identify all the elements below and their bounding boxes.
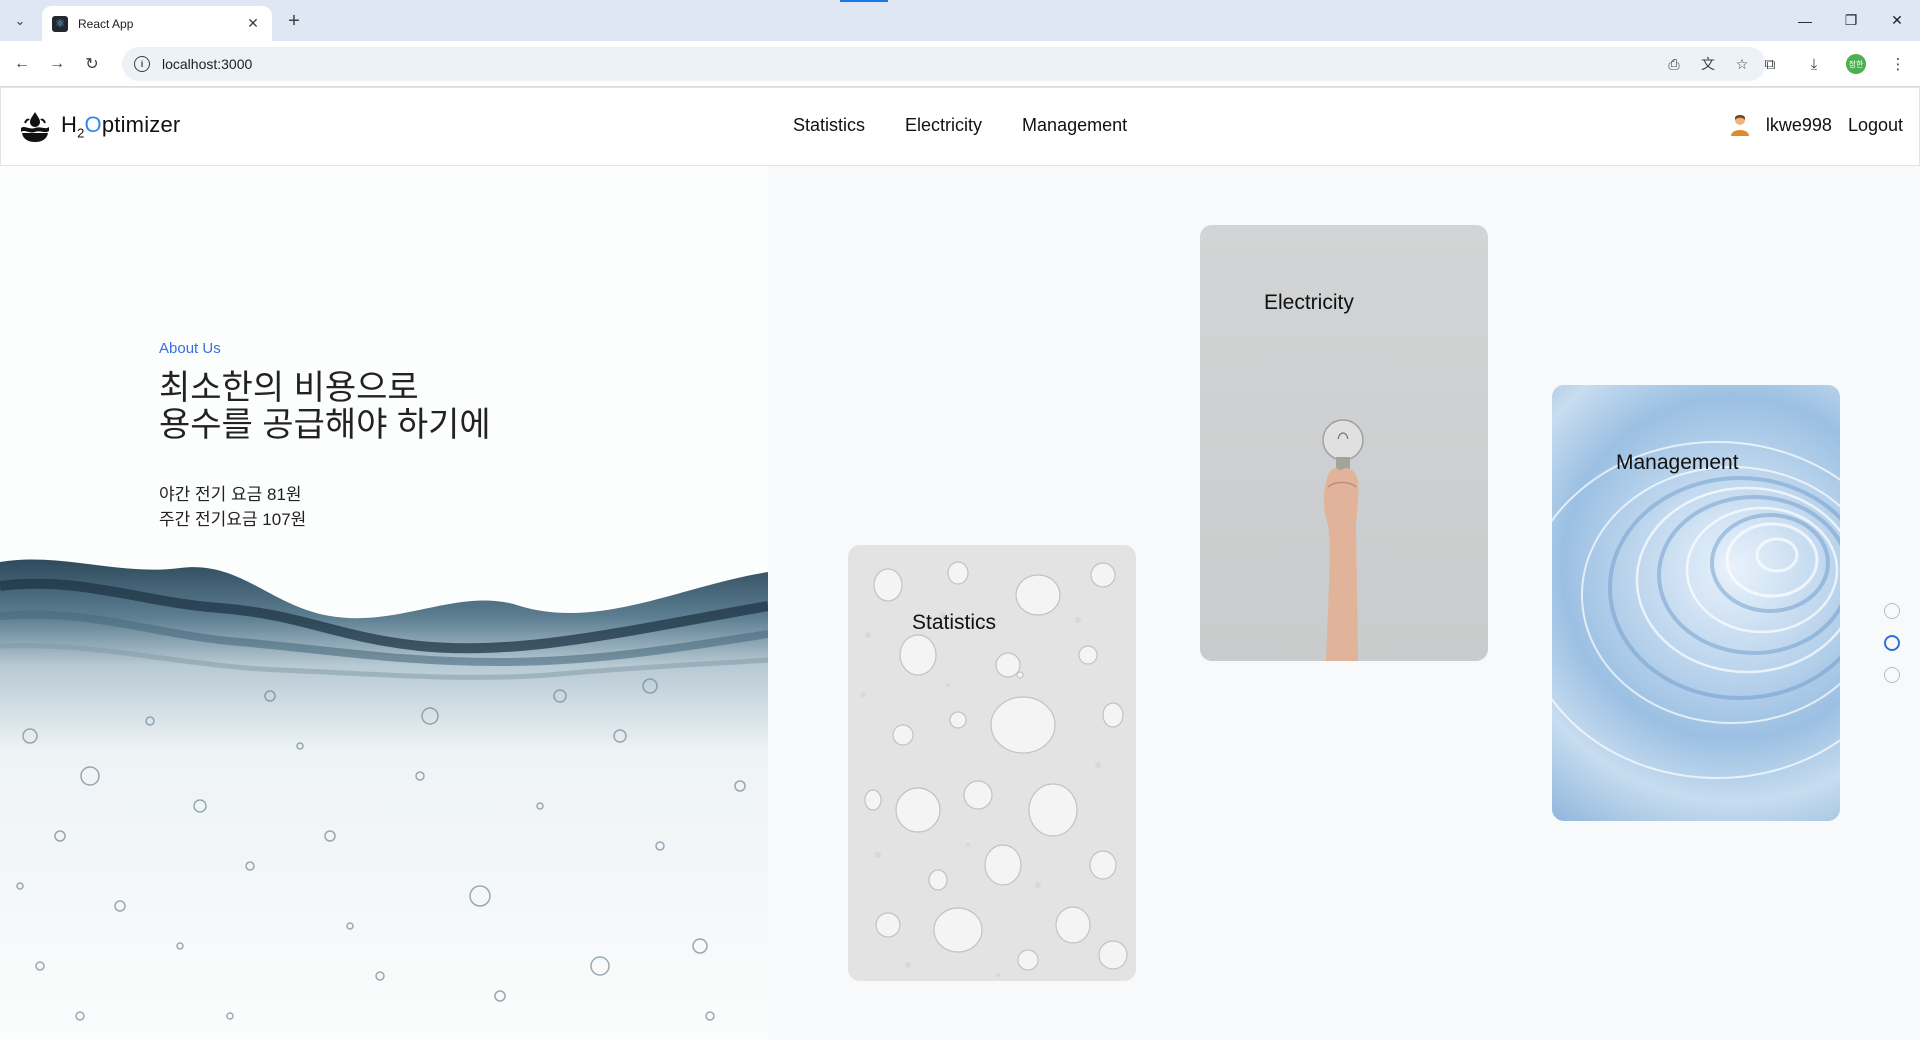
user-area: lkwe998 Logout bbox=[1730, 114, 1903, 136]
site-info-icon[interactable]: i bbox=[134, 56, 150, 72]
management-card-label: Management bbox=[1616, 451, 1739, 474]
pager-dot-2[interactable] bbox=[1884, 635, 1900, 651]
logout-button[interactable]: Logout bbox=[1848, 115, 1903, 136]
nav-management[interactable]: Management bbox=[1022, 115, 1127, 136]
bookmark-star-icon[interactable]: ☆ bbox=[1732, 54, 1752, 74]
hero-section: About Us 최소한의 비용으로 용수를 공급해야 하기에 야간 전기 요금… bbox=[0, 166, 768, 1040]
browser-menu-icon[interactable]: ⋮ bbox=[1886, 52, 1910, 76]
downloads-icon[interactable]: ⤓ bbox=[1802, 52, 1826, 76]
logo-text: H2Optimizer bbox=[61, 111, 181, 141]
user-avatar-icon bbox=[1730, 115, 1749, 136]
electricity-card-label: Electricity bbox=[1264, 291, 1354, 314]
username[interactable]: lkwe998 bbox=[1766, 115, 1832, 136]
close-window-icon[interactable]: ✕ bbox=[1874, 0, 1920, 41]
night-price: 야간 전기 요금 81원 bbox=[159, 485, 302, 504]
install-app-icon[interactable]: ⎙ bbox=[1664, 54, 1684, 74]
react-favicon-icon: ⚛ bbox=[52, 15, 68, 32]
minimize-icon[interactable]: — bbox=[1782, 0, 1828, 41]
water-splash-image bbox=[0, 559, 768, 1040]
url-text[interactable]: localhost:3000 bbox=[162, 56, 1664, 72]
reload-icon[interactable]: ↻ bbox=[80, 52, 104, 76]
back-arrow-icon[interactable]: ← bbox=[10, 52, 34, 76]
electricity-card[interactable]: Electricity bbox=[1200, 225, 1488, 661]
app-header: H2Optimizer Statistics Electricity Manag… bbox=[0, 87, 1920, 166]
forward-arrow-icon[interactable]: → bbox=[45, 52, 69, 76]
statistics-card[interactable]: Statistics bbox=[848, 545, 1136, 981]
restore-icon[interactable]: ❐ bbox=[1828, 0, 1874, 41]
nav-electricity[interactable]: Electricity bbox=[905, 115, 982, 136]
tab-search-icon[interactable]: ⌄ bbox=[8, 9, 32, 33]
pager-dot-1[interactable] bbox=[1884, 603, 1900, 619]
window-controls: — ❐ ✕ bbox=[1782, 0, 1920, 41]
tab-close-icon[interactable]: ✕ bbox=[244, 15, 262, 32]
about-eyebrow: About Us bbox=[159, 340, 221, 357]
management-card[interactable]: Management bbox=[1552, 385, 1840, 821]
slide-pager bbox=[1884, 603, 1900, 683]
new-tab-icon[interactable]: + bbox=[282, 9, 306, 33]
loading-indicator bbox=[840, 0, 888, 2]
translate-icon[interactable]: 文 bbox=[1698, 54, 1718, 74]
browser-toolbar: ← → ↻ i localhost:3000 ⎙ 文 ☆ ⧉ ⤓ 정한 ⋮ bbox=[0, 41, 1920, 87]
browser-tabstrip: ⌄ ⚛ React App ✕ + — ❐ ✕ bbox=[0, 0, 1920, 41]
day-price: 주간 전기요금 107원 bbox=[159, 510, 307, 529]
water-drop-logo-icon bbox=[21, 112, 49, 142]
price-info: 야간 전기 요금 81원 주간 전기요금 107원 bbox=[159, 482, 306, 532]
nav-statistics[interactable]: Statistics bbox=[793, 115, 865, 136]
main-nav: Statistics Electricity Management bbox=[793, 115, 1127, 136]
address-bar[interactable]: i localhost:3000 ⎙ 文 ☆ bbox=[122, 47, 1766, 81]
headline-line-1: 최소한의 비용으로 bbox=[159, 369, 419, 407]
tab-title: React App bbox=[78, 16, 134, 31]
statistics-card-label: Statistics bbox=[912, 611, 997, 634]
pager-dot-3[interactable] bbox=[1884, 667, 1900, 683]
profile-avatar[interactable]: 정한 bbox=[1846, 54, 1866, 74]
browser-tab[interactable]: ⚛ React App ✕ bbox=[42, 6, 272, 41]
logo[interactable]: H2Optimizer bbox=[17, 108, 180, 144]
hero-headline: 최소한의 비용으로 용수를 공급해야 하기에 bbox=[159, 370, 491, 444]
headline-line-2: 용수를 공급해야 하기에 bbox=[159, 406, 491, 444]
extensions-icon[interactable]: ⧉ bbox=[1758, 52, 1782, 76]
